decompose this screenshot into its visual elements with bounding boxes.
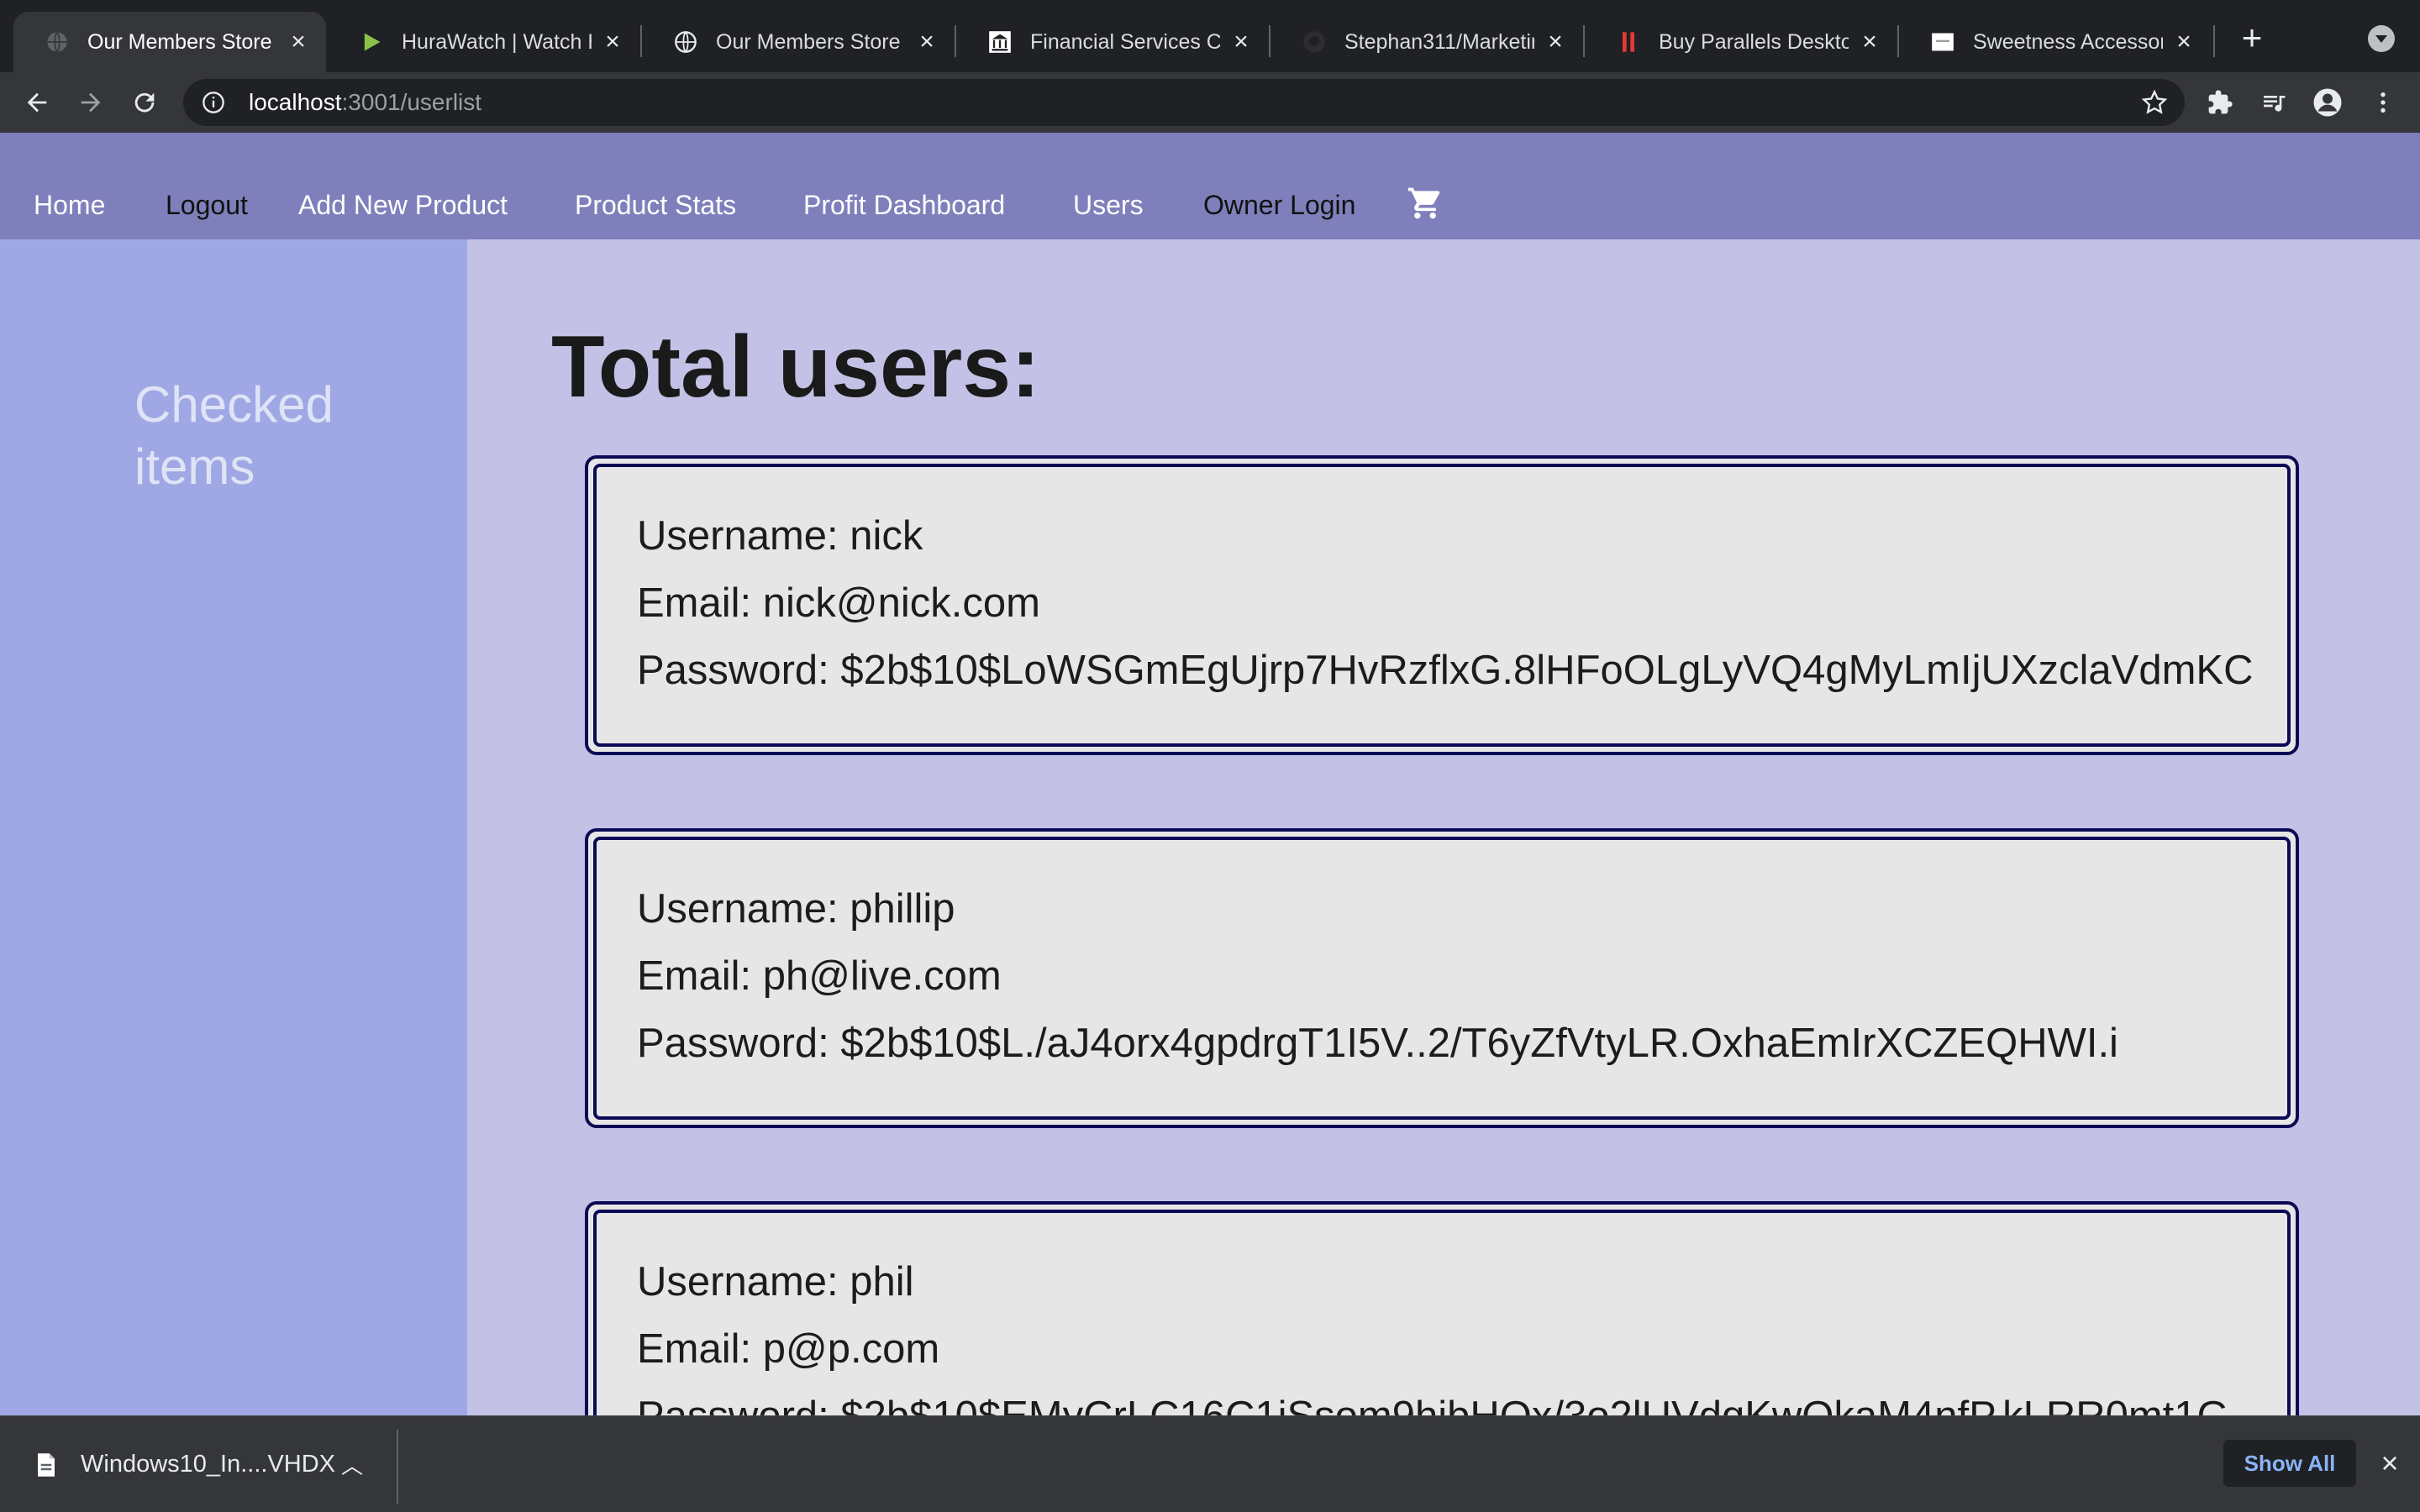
browser-tab-our-members-store-2[interactable]: Our Members Store × <box>642 12 955 72</box>
nav-profit-dashboard-link[interactable]: Profit Dashboard <box>803 192 1005 218</box>
close-tab-icon[interactable]: × <box>914 29 939 55</box>
close-tab-icon[interactable]: × <box>600 29 625 55</box>
tab-title: Buy Parallels Desktop <box>1659 29 1849 54</box>
tab-separator <box>2213 25 2215 57</box>
close-download-shelf-icon[interactable]: × <box>2375 1446 2405 1480</box>
user-email: Email: p@p.com <box>637 1326 940 1372</box>
download-item[interactable]: Windows10_In....VHDX ︿ <box>0 1416 397 1512</box>
user-card: Username: nick Email: nick@nick.com Pass… <box>585 455 2299 755</box>
bookmark-star-icon[interactable] <box>2141 89 2168 116</box>
tab-title: HuraWatch | Watch HD Movies Online <box>402 29 592 54</box>
browser-tab-hurawatch[interactable]: HuraWatch | Watch HD Movies Online × <box>328 12 640 72</box>
user-list-main: Total users: Username: nick Email: nick@… <box>467 239 2420 1501</box>
show-all-downloads-button[interactable]: Show All <box>2223 1440 2356 1487</box>
browser-tab-sweetness[interactable]: Sweetness Accessories × <box>1899 12 2212 72</box>
browser-tab-financial-services[interactable]: Financial Services Company × <box>956 12 1269 72</box>
user-card: Username: phillip Email: ph@live.com Pas… <box>585 828 2299 1128</box>
sidebar-title: Checked items <box>134 376 334 495</box>
close-tab-icon[interactable]: × <box>2171 29 2196 55</box>
app-navbar: Home Logout Add New Product Product Stat… <box>0 133 2420 239</box>
tab-title: Our Members Store <box>87 29 272 54</box>
globe-icon <box>45 30 69 54</box>
file-icon <box>35 1452 57 1478</box>
close-tab-icon[interactable]: × <box>1857 29 1882 55</box>
nav-owner-login-link[interactable]: Owner Login <box>1203 192 1355 218</box>
tab-search-icon[interactable] <box>2368 25 2395 52</box>
media-control-icon[interactable] <box>2254 82 2294 123</box>
back-icon[interactable] <box>15 81 59 124</box>
url-host: localhost <box>249 89 342 115</box>
chevron-up-icon[interactable]: ︿ <box>341 1449 363 1480</box>
profile-avatar-icon[interactable] <box>2307 82 2348 123</box>
user-username: Username: nick <box>637 513 923 559</box>
checked-items-sidebar: Checked items <box>0 239 467 1415</box>
address-bar[interactable]: localhost:3001/userlist <box>183 79 2185 126</box>
reload-icon[interactable] <box>123 81 166 124</box>
user-password: Password: $2b$10$LoWSGmEgUjrp7HvRzflxG.8… <box>637 648 2254 693</box>
close-tab-icon[interactable]: × <box>286 29 311 55</box>
browser-toolbar: localhost:3001/userlist <box>0 72 2420 133</box>
user-email: Email: nick@nick.com <box>637 580 1040 626</box>
download-filename: Windows10_In....VHDX <box>81 1451 336 1478</box>
nav-product-stats-link[interactable]: Product Stats <box>575 192 736 218</box>
forward-icon[interactable] <box>69 81 113 124</box>
user-username: Username: phillip <box>637 886 955 932</box>
browser-tab-strip: Our Members Store × HuraWatch | Watch HD… <box>0 0 2420 72</box>
user-password: Password: $2b$10$L./aJ4orx4gpdrgT1I5V..2… <box>637 1021 2118 1066</box>
globe-icon <box>674 30 697 54</box>
nav-users-link[interactable]: Users <box>1073 192 1144 218</box>
close-tab-icon[interactable]: × <box>1228 29 1254 55</box>
close-tab-icon[interactable]: × <box>1543 29 1568 55</box>
download-shelf: Windows10_In....VHDX ︿ Show All × <box>0 1415 2420 1512</box>
url-text: localhost:3001/userlist <box>249 89 481 116</box>
browser-tab-our-members-store[interactable]: Our Members Store × <box>13 12 326 72</box>
tab-title: Stephan311/Marketing <box>1344 29 1534 54</box>
url-path: :3001/userlist <box>341 89 482 115</box>
tab-title: Our Members Store <box>716 29 901 54</box>
bank-icon <box>988 30 1012 54</box>
play-icon <box>360 30 383 54</box>
nav-logout-link[interactable]: Logout <box>166 192 248 218</box>
store-icon <box>1931 30 1954 54</box>
download-separator <box>397 1430 398 1504</box>
browser-tab-parallels[interactable]: Buy Parallels Desktop × <box>1585 12 1897 72</box>
github-icon <box>1302 30 1326 54</box>
extensions-icon[interactable] <box>2200 82 2240 123</box>
site-info-icon[interactable] <box>202 91 225 114</box>
user-username: Username: phil <box>637 1259 914 1305</box>
cart-icon[interactable] <box>1407 185 1444 222</box>
nav-home-link[interactable]: Home <box>34 192 105 218</box>
parallels-icon <box>1617 30 1640 54</box>
user-email: Email: ph@live.com <box>637 953 1002 999</box>
page-title: Total users: <box>551 318 1040 416</box>
tab-title: Sweetness Accessories <box>1973 29 2163 54</box>
nav-add-product-link[interactable]: Add New Product <box>298 192 508 218</box>
new-tab-button[interactable]: + <box>2235 20 2269 55</box>
browser-menu-icon[interactable] <box>2363 82 2403 123</box>
browser-tab-github[interactable]: Stephan311/Marketing × <box>1270 12 1583 72</box>
tab-title: Financial Services Company <box>1030 29 1220 54</box>
